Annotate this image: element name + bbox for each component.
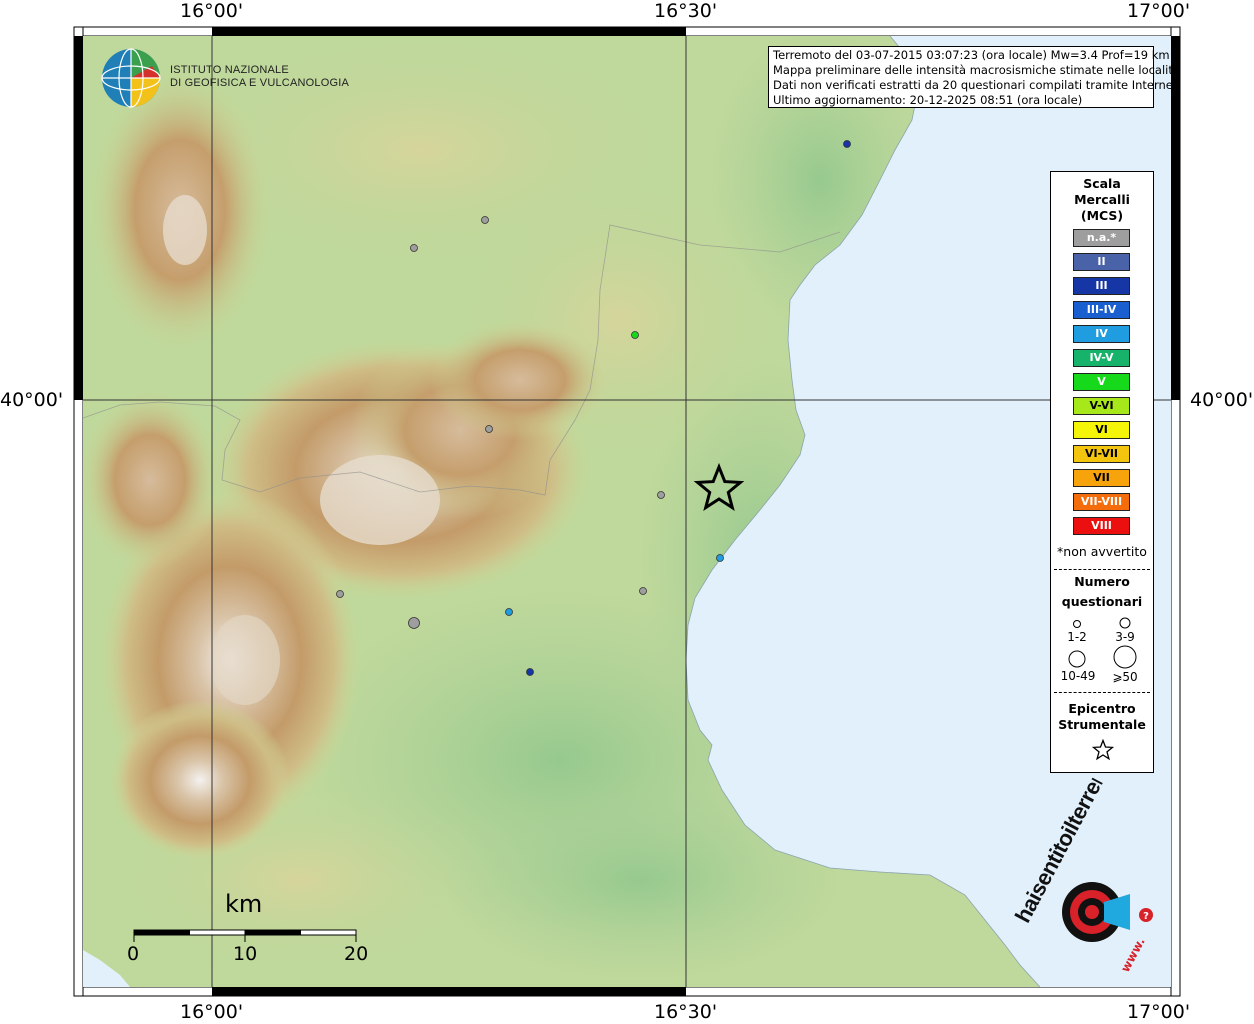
legend-swatch-n-a-: n.a.* xyxy=(1073,229,1130,247)
ingv-logo-text: ISTITUTO NAZIONALE DI GEOFISICA E VULCAN… xyxy=(170,64,349,90)
legend-count-3-9: 3-9 xyxy=(1115,630,1135,644)
top-label-17-00: 17°00' xyxy=(1127,0,1191,22)
event-info-line1: Terremoto del 03-07-2015 03:07:23 (ora l… xyxy=(773,48,1170,62)
svg-text:?: ? xyxy=(1143,911,1149,922)
top-label-16-00: 16°00' xyxy=(180,0,244,22)
event-info-line2: Mappa preliminare delle intensità macros… xyxy=(773,63,1180,77)
bottom-label-16-00: 16°00' xyxy=(180,1001,244,1023)
legend-epicenter-title-2: Strumentale xyxy=(1058,717,1146,732)
scale-tick-20: 20 xyxy=(344,943,369,965)
bottom-label-16-30: 16°30' xyxy=(654,1001,718,1023)
ingv-logo-globe xyxy=(101,48,161,108)
intensity-point xyxy=(716,554,724,562)
legend-swatch-vii: VII xyxy=(1073,469,1130,487)
intensity-point xyxy=(657,491,665,499)
legend-swatch-iv: IV xyxy=(1073,325,1130,343)
ingv-line2: DI GEOFISICA E VULCANOLOGIA xyxy=(170,77,349,89)
legend-swatch-vii-viii: VII-VIII xyxy=(1073,493,1130,511)
legend: Scala Mercalli (MCS) n.a.* II III III-IV IV I… xyxy=(1050,171,1154,773)
intensity-point xyxy=(505,608,513,616)
legend-swatch-v: V xyxy=(1073,373,1130,391)
event-info-line3: Dati non verificati estratti da 20 quest… xyxy=(773,78,1182,92)
intensity-point xyxy=(485,425,493,433)
legend-swatch-vi-vii: VI-VII xyxy=(1073,445,1130,463)
intensity-point xyxy=(336,590,344,598)
legend-count-1-2: 1-2 xyxy=(1067,630,1087,644)
legend-count-10-49: 10-49 xyxy=(1060,669,1096,683)
legend-swatch-viii: VIII xyxy=(1073,517,1130,535)
legend-title-1: Scala xyxy=(1083,176,1121,191)
legend-swatch-iii: III xyxy=(1073,277,1130,295)
left-label-40-00: 40°00' xyxy=(0,389,64,411)
ingv-line1: ISTITUTO NAZIONALE xyxy=(170,64,289,76)
legend-title-2: Mercalli xyxy=(1074,192,1130,207)
legend-swatch-v-vi: V-VI xyxy=(1073,397,1130,415)
scale-unit: km xyxy=(225,890,263,918)
legend-footnote: *non avvertito xyxy=(1057,544,1147,559)
legend-title-3: (MCS) xyxy=(1080,208,1124,223)
intensity-point xyxy=(639,587,647,595)
right-label-40-00: 40°00' xyxy=(1190,389,1254,411)
event-info-line4: Ultimo aggiornamento: 20-12-2025 08:51 (… xyxy=(773,93,1083,107)
intensity-point xyxy=(526,668,534,676)
legend-swatch-ii: II xyxy=(1073,253,1130,271)
scale-tick-0: 0 xyxy=(127,943,140,965)
intensity-point xyxy=(410,244,418,252)
legend-epicenter-title-1: Epicentro xyxy=(1068,701,1136,716)
top-label-16-30: 16°30' xyxy=(654,0,718,22)
scale-tick-10: 10 xyxy=(233,943,258,965)
legend-epicenter-star-icon xyxy=(1092,739,1114,761)
legend-count-50plus: ⩾50 xyxy=(1112,670,1138,684)
legend-swatch-iv-v: IV-V xyxy=(1073,349,1130,367)
intensity-point xyxy=(843,140,851,148)
bottom-label-17-00: 17°00' xyxy=(1127,1001,1191,1023)
legend-swatch-vi: VI xyxy=(1073,421,1130,439)
event-info-box: Terremoto del 03-07-2015 03:07:23 (ora l… xyxy=(768,46,1182,108)
legend-count-title-2: questionari xyxy=(1061,594,1143,609)
legend-count-title-1: Numero xyxy=(1074,574,1130,589)
intensity-point xyxy=(408,617,420,629)
intensity-point xyxy=(481,216,489,224)
legend-swatch-iii-iv: III-IV xyxy=(1073,301,1130,319)
intensity-point xyxy=(631,331,639,339)
